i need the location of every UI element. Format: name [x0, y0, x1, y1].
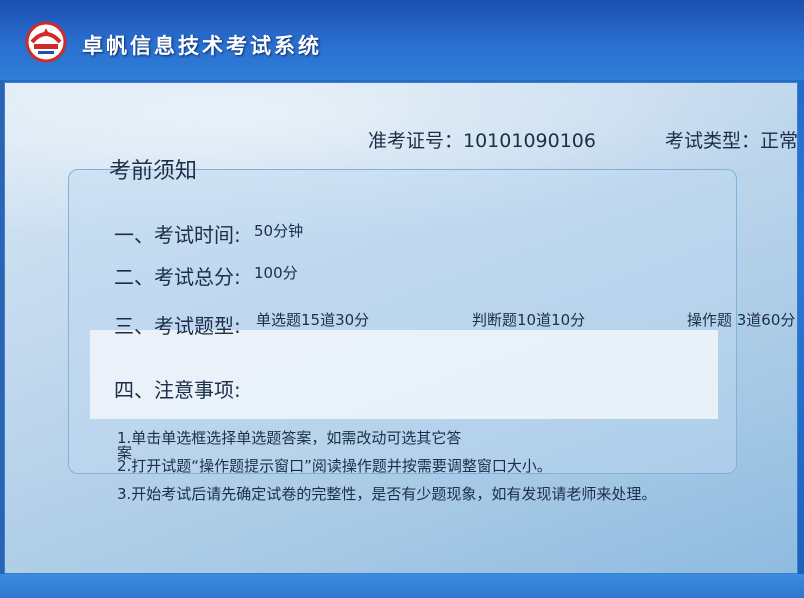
title-bar: 卓帆信息技术考试系统 [0, 0, 804, 80]
exam-score-value: 100分 [254, 264, 298, 282]
notes-label: 四、注意事项: [114, 378, 241, 402]
window-bottom-edge [0, 574, 804, 598]
app-title: 卓帆信息技术考试系统 [82, 34, 322, 58]
rule-item: 2.打开试题“操作题提示窗口”阅读操作题并按需要调整窗口大小。 [117, 457, 552, 475]
question-type-operate: 操作题 3道60分 [687, 311, 796, 329]
rule-item: 1.单击单选框选择单选题答案，如需改动可选其它答 [117, 429, 462, 447]
exam-score-label: 二、考试总分: [114, 265, 241, 289]
rule-item: 3.开始考试后请先确定试卷的完整性，是否有少题现象，如有发现请老师来处理。 [117, 485, 657, 503]
exam-time-value: 50分钟 [254, 222, 304, 240]
exam-system-logo-icon [25, 21, 67, 63]
exam-time-label: 一、考试时间: [114, 223, 241, 247]
notice-title: 考前须知 [109, 159, 198, 184]
question-types-label: 三、考试题型: [114, 314, 241, 338]
question-type-single: 单选题15道30分 [256, 311, 370, 329]
exam-type: 考试类型：正常 [665, 130, 799, 152]
question-type-judge: 判断题10道10分 [472, 311, 586, 329]
ticket-number: 准考证号：10101090106 [368, 130, 596, 152]
